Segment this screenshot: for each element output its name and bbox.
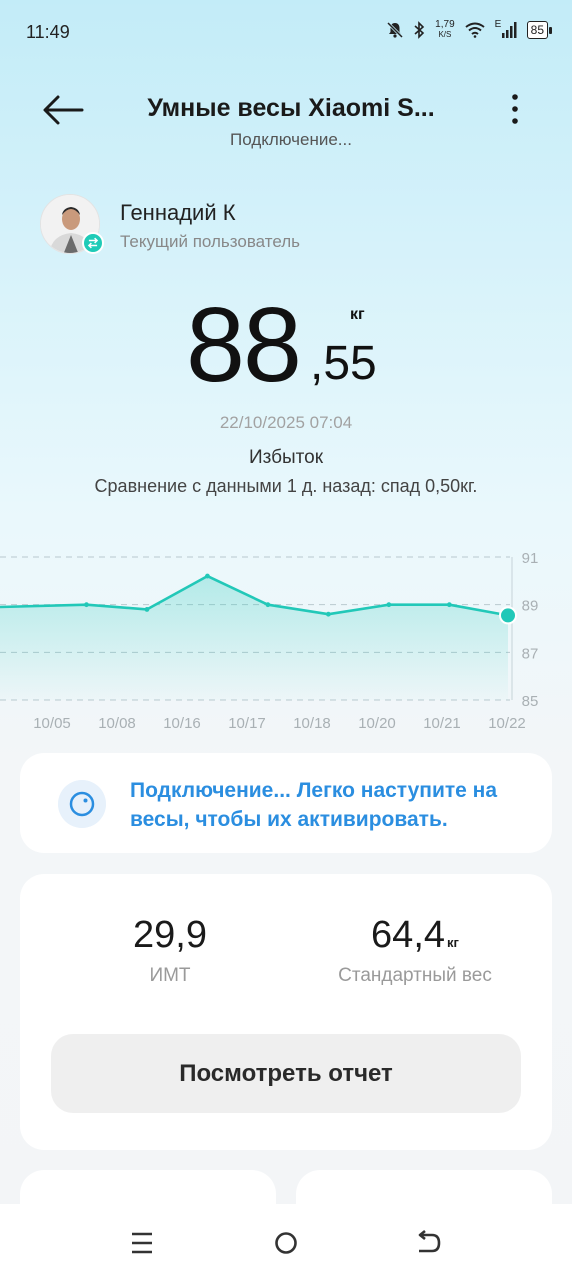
data-point	[325, 611, 331, 617]
x-tick-label: 10/08	[98, 715, 136, 732]
standard-weight-label: Стандартный вес	[338, 965, 492, 986]
area-fill	[0, 576, 508, 700]
swap-icon[interactable]	[82, 232, 104, 254]
speed-value: 1,79	[435, 19, 455, 30]
bmi-stat: 29,9 ИМТ	[40, 914, 300, 987]
arrow-left-icon[interactable]	[40, 90, 88, 130]
wifi-icon	[465, 22, 485, 38]
scale-icon	[58, 780, 106, 828]
data-point	[84, 602, 89, 608]
connection-status: Подключение...	[230, 130, 352, 149]
measurement-datetime: 22/10/2025 07:04	[219, 413, 353, 432]
user-name: Геннадий К	[120, 200, 236, 225]
more-vertical-icon[interactable]	[500, 92, 530, 128]
weight-unit: кг	[350, 306, 365, 323]
system-nav-bar	[0, 1204, 572, 1280]
connection-card: Подключение... Легко наступите на весы, …	[20, 753, 552, 853]
x-tick-label: 10/21	[423, 715, 461, 732]
standard-weight-unit: кг	[447, 935, 459, 950]
y-tick-label: 87	[522, 645, 539, 662]
x-tick-label: 10/22	[488, 715, 526, 732]
bell-muted-icon	[387, 21, 404, 39]
page-title: Умные весы Xiaomi S...	[147, 94, 435, 122]
data-point	[205, 573, 210, 579]
status-bar: 11:49 1,79 K/S E 85	[0, 0, 572, 64]
speed-unit: K/S	[438, 30, 452, 39]
home-circle-icon[interactable]	[266, 1226, 306, 1260]
bmi-value: 29,9	[133, 914, 207, 956]
user-role: Текущий пользователь	[120, 232, 301, 251]
battery-icon: 85	[526, 21, 553, 39]
latest-point	[499, 606, 517, 625]
status-icons: 1,79 K/S E 85	[387, 19, 553, 40]
view-report-button[interactable]: Посмотреть отчет	[51, 1034, 521, 1113]
status-time: 11:49	[26, 22, 70, 42]
x-tick-label: 10/20	[358, 715, 396, 732]
back-icon[interactable]	[408, 1226, 448, 1260]
app-header: Умные весы Xiaomi S... Подключение...	[0, 80, 572, 160]
weight-decimal: ,55	[310, 337, 377, 390]
data-point	[386, 602, 392, 608]
weight-trend-chart[interactable]: 91 89 87 85 10/05 10/08 10/16 10/17 10/18 10/20 10…	[0, 540, 572, 740]
x-tick-label: 10/16	[163, 715, 201, 732]
x-tick-label: 10/18	[293, 715, 331, 732]
network-speed: 1,79 K/S	[435, 20, 454, 40]
weight-integer: 88	[186, 286, 302, 404]
signal-icon: E	[495, 19, 517, 39]
y-tick-label: 85	[522, 693, 539, 710]
body-stats-card: 29,9 ИМТ 64,4 кг Стандартный вес Посмотре…	[20, 874, 552, 1150]
standard-weight-stat: 64,4 кг Стандартный вес	[285, 914, 545, 987]
standard-weight-value-row: 64,4 кг	[285, 914, 545, 957]
menu-icon[interactable]	[122, 1226, 162, 1260]
connection-hint: Подключение... Легко наступите на весы, …	[130, 779, 498, 831]
standard-weight-value: 64,4	[371, 914, 446, 956]
y-tick-label: 89	[522, 598, 539, 615]
data-point	[265, 602, 271, 608]
y-tick-label: 91	[522, 550, 539, 567]
x-tick-label: 10/05	[33, 715, 71, 732]
weight-status: Избыток	[248, 447, 324, 468]
bluetooth-icon	[414, 21, 425, 39]
bmi-label: ИМТ	[149, 965, 191, 986]
weight-comparison: Сравнение с данными 1 д. назад: спад 0,5…	[94, 476, 478, 496]
weight-reading: 88 ,55 кг	[0, 290, 572, 400]
data-point	[144, 607, 150, 612]
data-point	[446, 602, 452, 608]
x-tick-label: 10/17	[228, 715, 266, 732]
